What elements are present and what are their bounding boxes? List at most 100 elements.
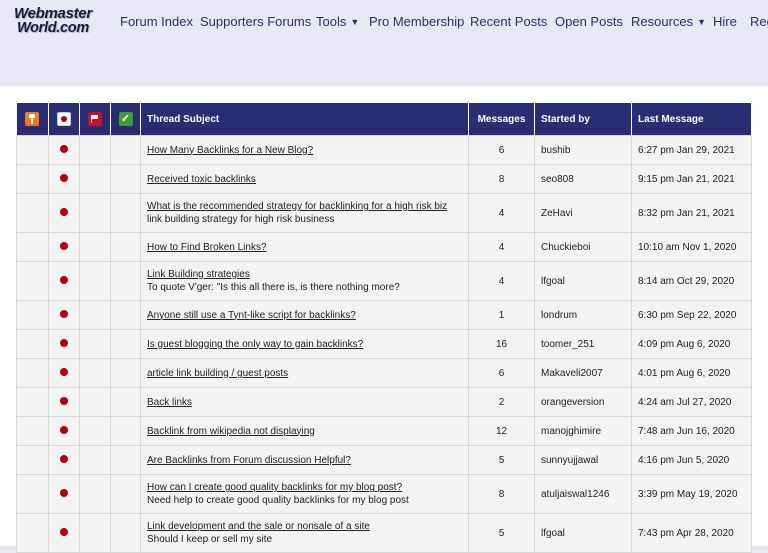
thread-subtitle: Should I keep or sell my site [147,534,273,545]
thread-link[interactable]: How to Find Broken Links? [147,242,267,253]
cell-started-by[interactable]: seo808 [534,164,632,194]
nav-forum-index[interactable]: Forum Index [120,14,193,29]
cell-last-message[interactable]: 7:43 pm Apr 28, 2020 [631,513,752,553]
unread-dot-icon [60,144,68,153]
nav-supporters-forums[interactable]: Supporters Forums [200,14,311,29]
cell-last-message[interactable]: 10:10 am Nov 1, 2020 [631,232,752,262]
cell-empty [16,445,49,475]
cell-started-by[interactable]: ZeHavi [534,193,632,233]
cell-status [48,445,80,475]
cell-messages: 8 [468,164,535,194]
thread-subtitle: To quote V'ger: "Is this all there is, i… [147,282,400,293]
cell-status [48,193,80,233]
nav-pro-membership[interactable]: Pro Membership [369,14,464,29]
thread-link[interactable]: Backlink from wikipedia not displaying [147,426,315,437]
cell-empty [79,387,111,417]
thread-link[interactable]: How can I create good quality backlinks … [147,482,402,493]
table-row: How Many Backlinks for a New Blog? 6 bus… [16,135,752,165]
cell-empty [79,164,111,194]
cell-last-message[interactable]: 6:30 pm Sep 22, 2020 [631,300,752,330]
thread-table: ✓ Thread Subject Messages Started by Las… [16,103,752,553]
thread-link[interactable]: Link Building strategies [147,269,250,280]
cell-empty [79,300,111,330]
cell-subject: article link building / guest posts [140,358,469,388]
cell-messages: 12 [468,416,535,446]
nav-recent-posts[interactable]: Recent Posts [470,14,547,29]
cell-empty [79,232,111,262]
pin-icon [25,112,40,126]
thread-link[interactable]: article link building / guest posts [147,368,288,379]
site-logo[interactable]: Webmaster World.com [14,6,100,40]
thread-link[interactable]: Received toxic backlinks [147,174,256,185]
thread-link[interactable]: How Many Backlinks for a New Blog? [147,145,313,156]
cell-messages: 6 [468,135,535,165]
thread-link[interactable]: Back links [147,397,192,408]
unread-dot-icon [60,338,68,347]
thread-subtitle: link building strategy for high risk bus… [147,214,335,225]
col-check[interactable]: ✓ [110,103,141,136]
nav-band [0,48,768,86]
logo-line-2: World.com [17,20,89,36]
thread-link[interactable]: Is guest blogging the only way to gain b… [147,339,363,350]
chevron-down-icon: ▼ [697,17,707,27]
cell-empty [16,164,49,194]
cell-subject: How Many Backlinks for a New Blog? [140,135,469,165]
cell-empty [110,387,141,417]
col-started-by[interactable]: Started by [534,103,632,136]
cell-empty [110,513,141,553]
cell-started-by[interactable]: lfgoal [534,513,632,553]
cell-started-by[interactable]: atuljaiswal1246 [534,474,632,514]
thread-link[interactable]: Link development and the sale or nonsale… [147,521,370,532]
cell-empty [79,474,111,514]
unread-dot-icon [60,275,68,284]
cell-started-by[interactable]: Chuckieboi [534,232,632,262]
cell-last-message[interactable]: 8:32 pm Jan 21, 2021 [631,193,752,233]
cell-subject: Link Building strategies To quote V'ger: … [140,261,469,301]
nav-open-posts[interactable]: Open Posts [555,14,623,29]
cell-started-by[interactable]: orangeversion [534,387,632,417]
cell-subject: Link development and the sale or nonsale… [140,513,469,553]
top-navigation: Webmaster World.com Forum Index Supporte… [0,0,768,48]
col-new[interactable] [48,103,80,136]
cell-empty [110,445,141,475]
col-messages[interactable]: Messages [468,103,535,136]
table-row: What is the recommended strategy for bac… [16,193,752,233]
table-row: How to Find Broken Links? 4 Chuckieboi 1… [16,232,752,262]
cell-subject: How to Find Broken Links? [140,232,469,262]
cell-last-message[interactable]: 4:24 am Jul 27, 2020 [631,387,752,417]
cell-last-message[interactable]: 7:48 am Jun 16, 2020 [631,416,752,446]
cell-started-by[interactable]: lfgoal [534,261,632,301]
cell-last-message[interactable]: 4:01 pm Aug 6, 2020 [631,358,752,388]
cell-started-by[interactable]: bushib [534,135,632,165]
col-last-message[interactable]: Last Message [631,103,752,136]
cell-last-message[interactable]: 8:14 am Oct 29, 2020 [631,261,752,301]
table-row: Backlink from wikipedia not displaying 1… [16,416,752,446]
cell-last-message[interactable]: 4:16 pm Jun 5, 2020 [631,445,752,475]
cell-started-by[interactable]: londrum [534,300,632,330]
cell-last-message[interactable]: 3:39 pm May 19, 2020 [631,474,752,514]
cell-empty [16,513,49,553]
cell-messages: 2 [468,387,535,417]
cell-last-message[interactable]: 4:09 pm Aug 6, 2020 [631,329,752,359]
cell-started-by[interactable]: sunnyujjawal [534,445,632,475]
thread-link[interactable]: Are Backlinks from Forum discussion Help… [147,455,351,466]
new-icon [57,112,71,126]
col-thread-subject[interactable]: Thread Subject [140,103,469,136]
cell-started-by[interactable]: Makaveli2007 [534,358,632,388]
thread-link[interactable]: Anyone still use a Tynt-like script for … [147,310,356,321]
cell-status [48,416,80,446]
cell-empty [110,232,141,262]
nav-tools[interactable]: Tools ▼ [316,14,359,29]
col-sticky[interactable] [16,103,49,136]
nav-resources-label: Resources [631,14,694,29]
cell-started-by[interactable]: manojghimire [534,416,632,446]
cell-started-by[interactable]: toomer_251 [534,329,632,359]
thread-link[interactable]: What is the recommended strategy for bac… [147,201,447,212]
col-flag[interactable] [79,103,111,136]
cell-subject: Back links [140,387,469,417]
nav-hire[interactable]: Hire [713,14,737,29]
cell-last-message[interactable]: 9:15 pm Jan 21, 2021 [631,164,752,194]
nav-resources[interactable]: Resources ▼ [631,14,706,29]
nav-register[interactable]: Reg [750,14,768,29]
cell-last-message[interactable]: 6:27 pm Jan 29, 2021 [631,135,752,165]
